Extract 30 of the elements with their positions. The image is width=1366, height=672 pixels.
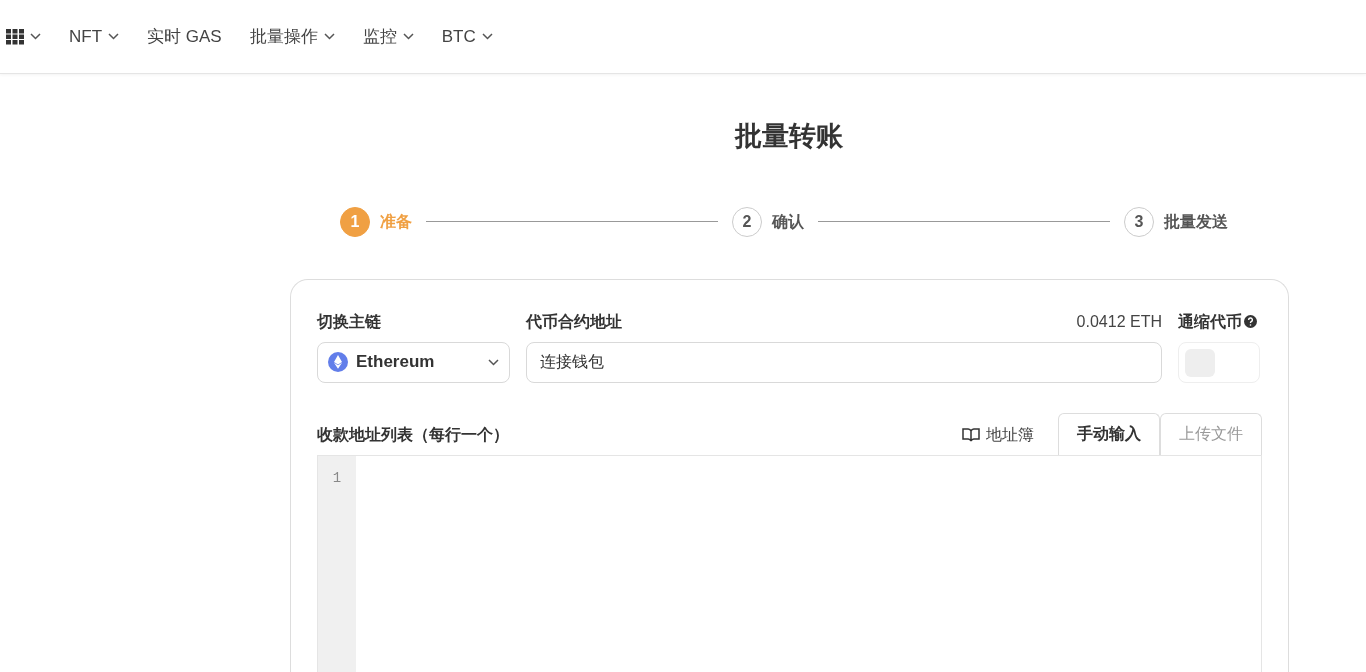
nav-menu-item[interactable]: NFT: [55, 16, 134, 57]
step-label: 批量发送: [1164, 211, 1228, 232]
ethereum-icon: [328, 352, 348, 372]
page-title: 批量转账: [735, 121, 843, 151]
nav-menu-item[interactable]: 实时 GAS: [133, 16, 236, 57]
field-label: 切换主链: [317, 311, 381, 332]
chevron-down-icon: [402, 33, 414, 40]
line-number: 1: [331, 468, 343, 488]
balance-text: 0.0412 ETH: [1076, 311, 1162, 332]
address-book-link[interactable]: 地址簿: [956, 421, 1040, 455]
step-label: 准备: [380, 211, 412, 232]
grid-icon: [6, 28, 24, 45]
chevron-down-icon: [481, 33, 493, 40]
help-icon: [1244, 315, 1257, 328]
step-number: 1: [340, 206, 370, 237]
nav-menu-item[interactable]: 批量操作: [235, 16, 349, 57]
nav-menu-item[interactable]: 监控: [348, 16, 428, 57]
chevron-down-icon: [30, 33, 41, 40]
field-label: 代币合约地址: [526, 311, 622, 332]
book-icon: [962, 427, 980, 442]
nav-menu-item[interactable]: BTC: [427, 16, 507, 57]
input-mode-tab[interactable]: 手动输入: [1058, 412, 1160, 455]
step-label: 确认: [772, 211, 804, 232]
contract-address-field[interactable]: 连接钱包: [526, 341, 1162, 383]
chevron-down-icon: [108, 33, 120, 40]
field-label: 收款地址列表（每行一个）: [317, 424, 510, 445]
field-label: 通缩代币: [1178, 311, 1242, 332]
chevron-down-icon: [488, 358, 499, 366]
chain-select[interactable]: Ethereum: [317, 341, 510, 383]
chevron-down-icon: [323, 33, 335, 40]
